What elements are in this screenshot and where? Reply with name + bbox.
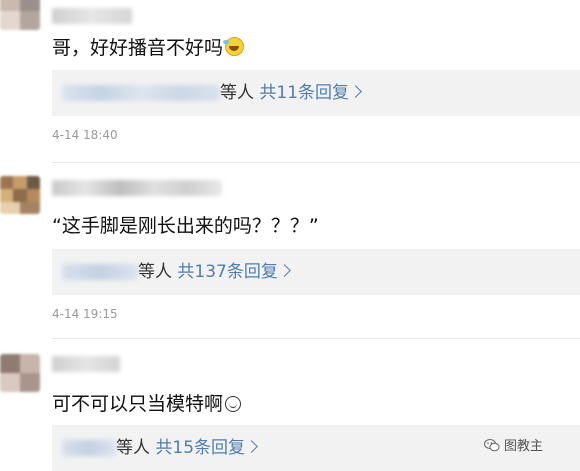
reply-count-label: 共15条回复 [155, 438, 246, 458]
chevron-right-icon [245, 440, 258, 453]
reply-users-redacted [62, 440, 116, 456]
watermark-label: 图教主 [504, 439, 544, 454]
avatar[interactable] [0, 354, 40, 392]
laughing-tears-icon [223, 37, 245, 56]
comment-time: 4-14 18:40 [52, 128, 118, 142]
comment-text-content: “这手脚是刚长出来的吗？？？” [52, 215, 319, 237]
reply-count-link[interactable]: 共137条回复 [177, 262, 291, 282]
username-redacted[interactable] [52, 8, 132, 24]
smile-icon [225, 396, 242, 412]
comment-time: 4-14 19:15 [52, 307, 118, 321]
reply-users-redacted [62, 264, 138, 280]
reply-suffix: 等人 [220, 83, 254, 103]
avatar[interactable] [0, 0, 40, 30]
avatar[interactable] [0, 176, 40, 214]
reply-summary-text: 等人 共11条回复 [220, 82, 362, 104]
divider [52, 162, 580, 163]
reply-summary[interactable]: 等人 共137条回复 [52, 249, 580, 295]
reply-summary-text: 等人 共15条回复 [116, 437, 258, 459]
reply-summary-text: 等人 共137条回复 [138, 261, 291, 283]
chevron-right-icon [349, 85, 362, 98]
comment-text: 哥，好好播音不好吗 [52, 36, 245, 60]
comment-text-content: 可不可以只当模特啊 [52, 393, 224, 415]
comment-text: 可不可以只当模特啊 [52, 392, 242, 416]
reply-count-label: 共137条回复 [177, 262, 278, 282]
reply-suffix: 等人 [138, 262, 172, 282]
divider [52, 338, 580, 339]
reply-count-label: 共11条回复 [259, 83, 350, 103]
comment-text-content: 哥，好好播音不好吗 [52, 37, 224, 59]
watermark: 图教主 [484, 435, 543, 454]
reply-suffix: 等人 [116, 438, 150, 458]
reply-users-redacted [62, 85, 220, 101]
comment-text: “这手脚是刚长出来的吗？？？” [52, 214, 319, 238]
reply-count-link[interactable]: 共11条回复 [259, 83, 362, 103]
chevron-right-icon [277, 264, 291, 277]
username-redacted[interactable] [52, 180, 222, 196]
reply-count-link[interactable]: 共15条回复 [155, 438, 258, 458]
wechat-icon [484, 439, 500, 452]
username-redacted[interactable] [52, 356, 120, 372]
reply-summary[interactable]: 等人 共11条回复 [52, 70, 580, 116]
